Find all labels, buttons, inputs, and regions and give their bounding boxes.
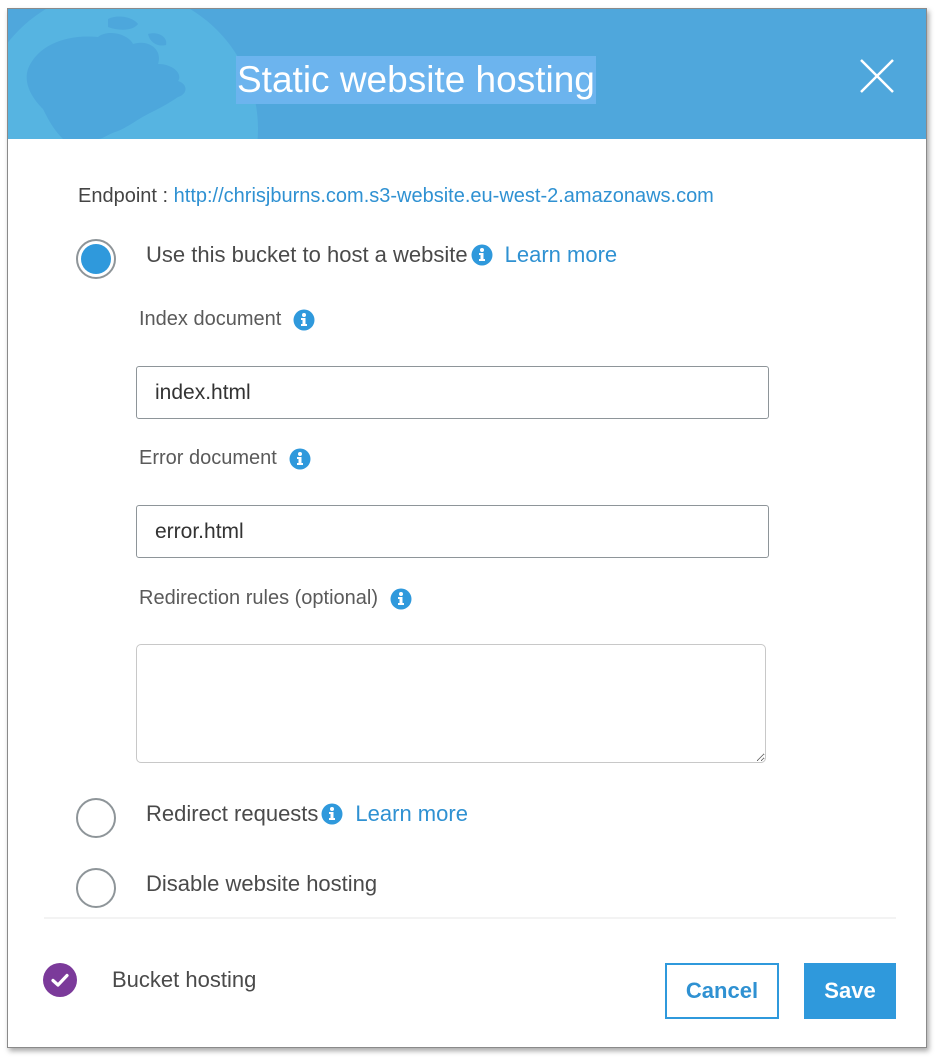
title-highlight: Static website hosting [236, 56, 596, 104]
radio-disable-hosting[interactable] [76, 868, 116, 908]
static-website-hosting-dialog: Static website hosting Endpoint : http:/… [7, 8, 927, 1048]
redirection-rules-label-text: Redirection rules (optional) [139, 587, 379, 609]
redirection-rules-label: Redirection rules (optional) [139, 587, 412, 610]
save-button[interactable]: Save [804, 963, 896, 1019]
dialog-header: Static website hosting [8, 9, 926, 139]
error-document-label-text: Error document [139, 447, 277, 469]
cancel-button[interactable]: Cancel [665, 963, 779, 1019]
index-document-label-text: Index document [139, 308, 282, 330]
info-icon[interactable] [289, 448, 311, 470]
redirection-rules-textarea[interactable] [136, 644, 766, 763]
globe-illustration [8, 9, 258, 139]
option-disable-hosting: Disable website hosting [146, 871, 377, 897]
dialog-title: Static website hosting [237, 59, 595, 100]
option-host-website: Use this bucket to host a website Learn … [146, 242, 617, 268]
status-indicator: Bucket hosting [42, 962, 256, 998]
endpoint-link[interactable]: http://chrisjburns.com.s3-website.eu-wes… [174, 185, 714, 207]
close-icon [860, 59, 894, 93]
info-icon[interactable] [293, 309, 315, 331]
option-disable-label: Disable website hosting [146, 871, 378, 896]
radio-host-website[interactable] [76, 239, 116, 279]
info-icon[interactable] [471, 244, 493, 266]
error-document-input[interactable] [136, 505, 769, 558]
endpoint-label: Endpoint : [78, 185, 169, 207]
error-document-label: Error document [139, 447, 311, 470]
endpoint-row: Endpoint : http://chrisjburns.com.s3-web… [78, 185, 714, 208]
learn-more-link-redirect[interactable]: Learn more [355, 801, 468, 827]
learn-more-link-host[interactable]: Learn more [505, 242, 618, 268]
option-redirect-requests: Redirect requests Learn more [146, 801, 468, 827]
index-document-input[interactable] [136, 366, 769, 419]
info-icon[interactable] [390, 588, 412, 610]
info-icon[interactable] [321, 803, 343, 825]
radio-redirect-requests[interactable] [76, 798, 116, 838]
option-redirect-label: Redirect requests [146, 801, 319, 826]
footer-divider [44, 917, 896, 919]
check-circle-icon [43, 963, 77, 997]
index-document-label: Index document [139, 308, 315, 331]
close-button[interactable] [858, 57, 896, 95]
status-label: Bucket hosting [112, 967, 257, 992]
option-host-website-label: Use this bucket to host a website [146, 242, 468, 267]
